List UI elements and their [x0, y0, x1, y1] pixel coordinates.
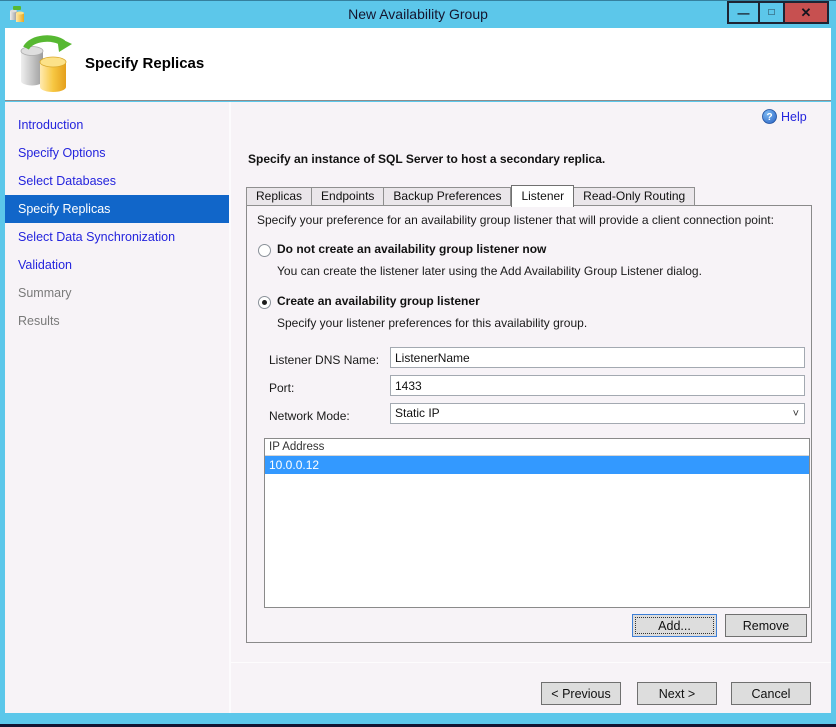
page-title: Specify Replicas [85, 55, 205, 72]
network-mode-label: Network Mode: [269, 409, 350, 423]
ip-address-row[interactable]: 10.0.0.12 [265, 456, 809, 474]
tab-endpoints[interactable]: Endpoints [312, 187, 385, 206]
window-title: New Availability Group [348, 6, 488, 22]
radio-do-not-create-listener[interactable] [258, 244, 271, 257]
footer-divider [231, 662, 831, 663]
sidebar-divider [229, 102, 231, 713]
sidebar-item-summary: Summary [18, 286, 72, 300]
tab-backup-preferences[interactable]: Backup Preferences [384, 187, 512, 206]
remove-button[interactable]: Remove [725, 614, 807, 637]
tab-read-only-routing[interactable]: Read-Only Routing [574, 187, 696, 206]
help-link[interactable]: ? Help [762, 109, 807, 124]
section-heading: Specify an instance of SQL Server to hos… [248, 152, 606, 166]
close-button[interactable]: ✕ [785, 1, 829, 24]
content-area: Introduction Specify Options Select Data… [5, 102, 831, 713]
dns-name-label: Listener DNS Name: [269, 353, 380, 367]
sidebar-item-select-data-synchronization[interactable]: Select Data Synchronization [5, 223, 229, 251]
tab-listener[interactable]: Listener [511, 185, 575, 207]
title-bar[interactable]: New Availability Group — □ ✕ [0, 0, 836, 28]
sidebar-item-select-databases[interactable]: Select Databases [5, 167, 229, 195]
wizard-steps-sidebar: Introduction Specify Options Select Data… [5, 102, 229, 713]
sidebar-item-validation[interactable]: Validation [5, 251, 229, 279]
wizard-header: Specify Replicas [5, 28, 831, 101]
option-create-label[interactable]: Create an availability group listener [277, 294, 480, 308]
radio-create-listener[interactable] [258, 296, 271, 309]
ip-address-list[interactable]: IP Address 10.0.0.12 [264, 438, 810, 608]
sidebar-item-introduction[interactable]: Introduction [5, 111, 229, 139]
previous-button[interactable]: < Previous [541, 682, 621, 705]
network-mode-select[interactable]: Static IP ˅ [390, 403, 805, 424]
help-label: Help [781, 109, 807, 124]
tab-strip: Replicas Endpoints Backup Preferences Li… [246, 184, 696, 207]
option-do-not-create-label[interactable]: Do not create an availability group list… [277, 242, 546, 256]
network-mode-value: Static IP [395, 406, 440, 420]
option-do-not-create-description: You can create the listener later using … [277, 264, 702, 278]
sidebar-item-results: Results [18, 314, 60, 328]
new-availability-group-dialog: New Availability Group — □ ✕ Specify Rep… [0, 0, 836, 727]
tab-replicas[interactable]: Replicas [246, 187, 313, 206]
minimize-button[interactable]: — [727, 1, 758, 24]
chevron-down-icon: ˅ [792, 408, 799, 420]
cancel-button[interactable]: Cancel [731, 682, 811, 705]
svg-text:?: ? [766, 112, 772, 123]
replica-database-icon [20, 35, 72, 92]
sidebar-item-specify-replicas[interactable]: Specify Replicas [5, 195, 229, 223]
add-button[interactable]: Add... [632, 614, 717, 637]
port-label: Port: [269, 381, 295, 395]
sidebar-item-specify-options[interactable]: Specify Options [5, 139, 229, 167]
help-icon: ? [762, 109, 777, 124]
radio-selected-dot [262, 300, 267, 305]
maximize-button[interactable]: □ [758, 1, 785, 24]
dns-name-input[interactable] [390, 347, 805, 368]
listener-tab-panel: Specify your preference for an availabil… [246, 205, 812, 643]
ip-address-column-header: IP Address [265, 439, 809, 456]
option-create-description: Specify your listener preferences for th… [277, 316, 588, 330]
port-input[interactable] [390, 375, 805, 396]
next-button[interactable]: Next > [637, 682, 717, 705]
listener-description: Specify your preference for an availabil… [257, 213, 774, 227]
